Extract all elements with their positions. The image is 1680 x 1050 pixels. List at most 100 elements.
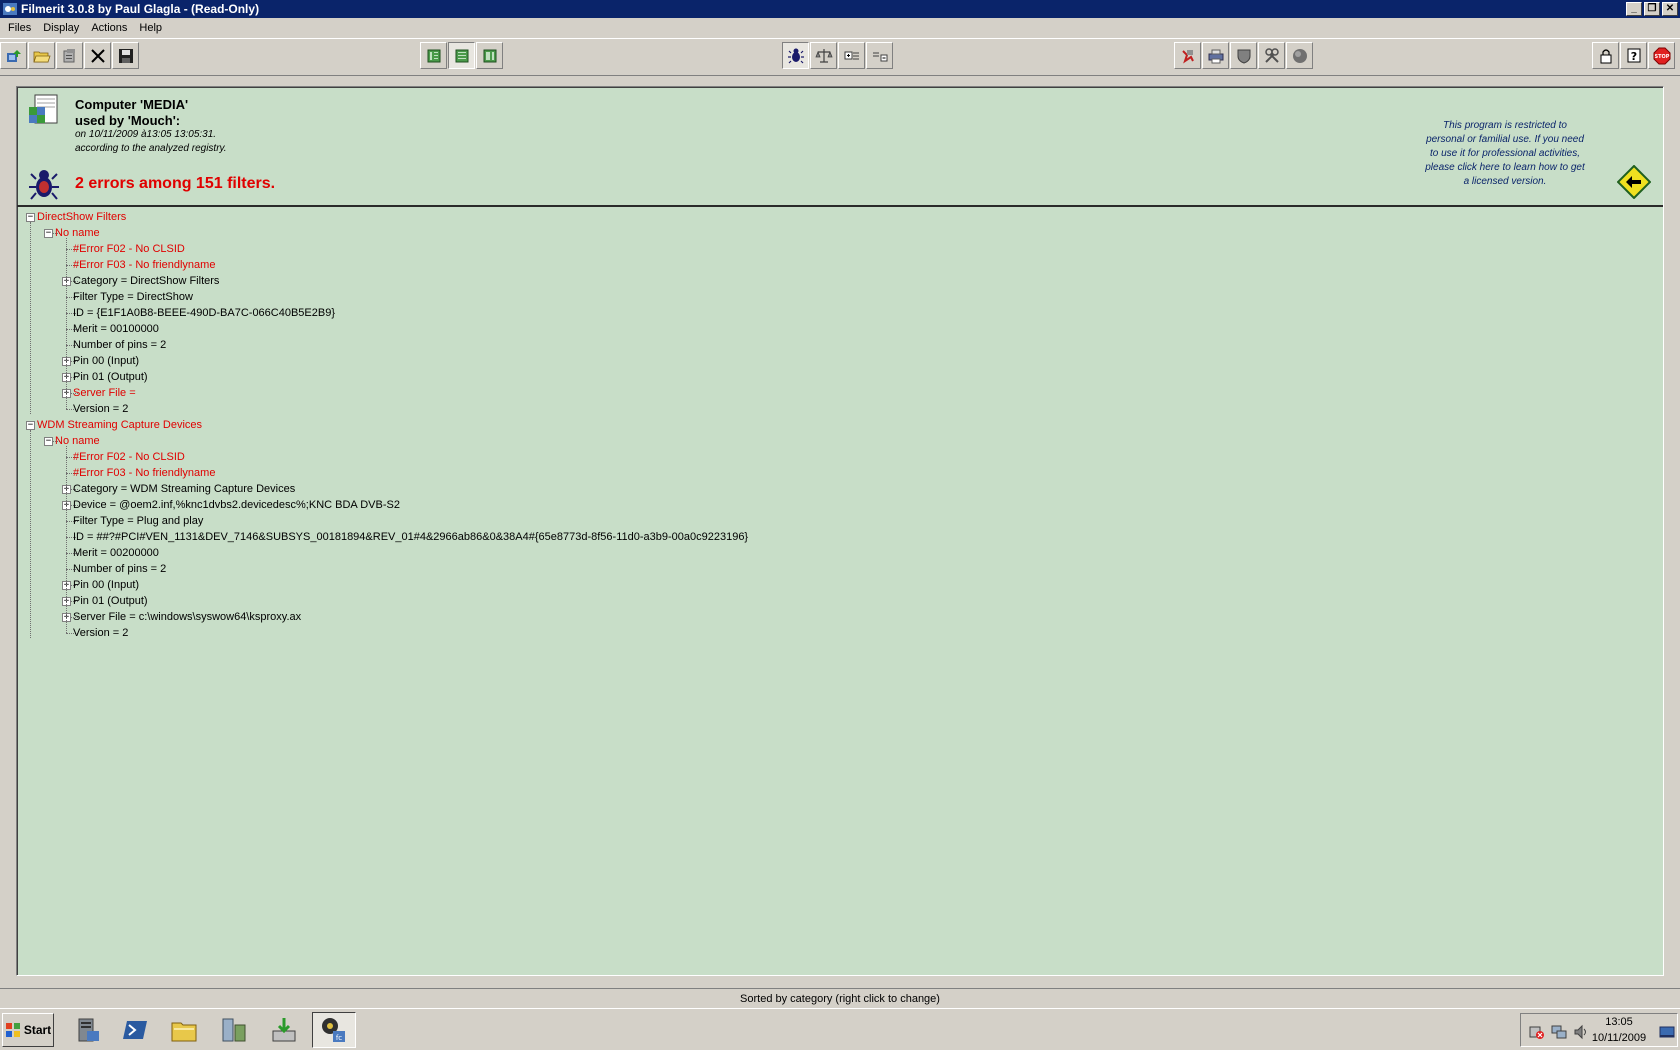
stop-button[interactable]: STOP (1648, 42, 1675, 69)
tree-property[interactable]: Pin 00 (Input) (73, 353, 139, 369)
tree-property[interactable]: Server File = (73, 385, 136, 401)
maximize-button[interactable]: ❐ (1644, 2, 1660, 16)
menu-actions[interactable]: Actions (85, 22, 133, 34)
tree-filter[interactable]: No name (55, 433, 100, 449)
clock-time[interactable]: 13:05 (1589, 1016, 1649, 1028)
tree-guide (30, 222, 31, 414)
tree-property[interactable]: ID = ##?#PCI#VEN_1131&DEV_7146&SUBSYS_00… (73, 529, 748, 545)
collapse-toggle[interactable]: − (26, 213, 35, 222)
license-notice[interactable]: This program is restricted to personal o… (1425, 119, 1585, 189)
license-line: This program is restricted to (1443, 120, 1567, 131)
bug-button[interactable] (782, 42, 809, 69)
remove-button[interactable] (1174, 42, 1201, 69)
menu-display[interactable]: Display (37, 22, 85, 34)
collapse-button[interactable] (866, 42, 893, 69)
start-button[interactable]: Start (2, 1013, 54, 1047)
open-button[interactable] (28, 42, 55, 69)
menu-help[interactable]: Help (133, 22, 168, 34)
help-button[interactable]: ? (1620, 42, 1647, 69)
compare-button[interactable] (810, 42, 837, 69)
tree-filter[interactable]: No name (55, 225, 100, 241)
start-label: Start (23, 1023, 52, 1037)
server-manager-icon (78, 1018, 99, 1042)
collapse-toggle[interactable]: − (26, 421, 35, 430)
tree-category[interactable]: DirectShow Filters (37, 209, 126, 225)
expand-icon (844, 51, 859, 59)
save-icon (118, 48, 133, 63)
tree-property[interactable]: Filter Type = Plug and play (73, 513, 203, 529)
tree-property[interactable]: Merit = 00100000 (73, 321, 159, 337)
view-tree-button[interactable] (476, 42, 503, 69)
analysis-date: on 10/11/2009 à13:05 13:05:31. (75, 129, 217, 140)
save-button[interactable] (112, 42, 139, 69)
tree-property[interactable]: Category = DirectShow Filters (73, 273, 219, 289)
tree-property[interactable]: Version = 2 (73, 625, 128, 641)
filmerit-icon: fc (322, 1018, 345, 1042)
install-icon (272, 1018, 296, 1042)
collapse-toggle[interactable]: − (44, 229, 53, 238)
tree-property[interactable]: #Error F02 - No CLSID (73, 241, 185, 257)
network-tray-icon[interactable] (1551, 1024, 1567, 1040)
computer-name: Computer 'MEDIA' (75, 97, 189, 112)
copy-icon (63, 48, 75, 62)
show-desktop-icon[interactable] (1659, 1024, 1675, 1040)
delete-button[interactable] (84, 42, 111, 69)
window-title: Filmerit 3.0.8 by Paul Glagla - (Read-On… (21, 2, 260, 16)
bug-icon (29, 170, 59, 200)
explorer-icon (171, 1022, 197, 1042)
tree-property[interactable]: ID = {E1F1A0B8-BEEE-490D-BA7C-066C40B5E2… (73, 305, 335, 321)
help-icon: ? (1627, 48, 1640, 63)
tree-property[interactable]: Merit = 00200000 (73, 545, 159, 561)
app-icon (3, 3, 17, 15)
shield-button[interactable] (1230, 42, 1257, 69)
task-server-manager[interactable] (66, 1012, 110, 1048)
task-explorer[interactable] (162, 1012, 206, 1048)
circle-icon (1292, 48, 1307, 63)
tree-property[interactable]: Number of pins = 2 (73, 337, 166, 353)
task-network[interactable] (212, 1012, 256, 1048)
minimize-button[interactable]: _ (1626, 2, 1642, 16)
windows-logo-icon (5, 1023, 20, 1037)
report-header: Computer 'MEDIA' used by 'Mouch': on 10/… (17, 87, 1663, 207)
task-powershell[interactable] (114, 1012, 158, 1048)
compare-icon (814, 48, 833, 63)
tree-property[interactable]: Filter Type = DirectShow (73, 289, 193, 305)
clock-date[interactable]: 10/11/2009 (1589, 1032, 1649, 1044)
user-name: used by 'Mouch': (75, 113, 181, 128)
arrow-left-icon[interactable] (1617, 165, 1651, 199)
menu-files[interactable]: Files (2, 22, 37, 34)
status-bar[interactable]: Sorted by category (right click to chang… (0, 988, 1680, 1008)
tree-property[interactable]: Number of pins = 2 (73, 561, 166, 577)
volume-tray-icon[interactable] (1573, 1024, 1589, 1040)
circle-button[interactable] (1286, 42, 1313, 69)
title-bar[interactable]: Filmerit 3.0.8 by Paul Glagla - (Read-On… (0, 0, 1680, 18)
scan-button[interactable] (0, 42, 27, 69)
tree-property[interactable]: Device = @oem2.inf,%knc1dvbs2.devicedesc… (73, 497, 400, 513)
view-list-button[interactable] (420, 42, 447, 69)
collapse-toggle[interactable]: − (44, 437, 53, 446)
menu-bar: Files Display Actions Help (0, 18, 1680, 38)
tree-property[interactable]: Pin 00 (Input) (73, 577, 139, 593)
close-button[interactable]: ✕ (1662, 2, 1678, 16)
copy-button[interactable] (56, 42, 83, 69)
view-detail-button[interactable] (448, 42, 475, 69)
tree-property[interactable]: Pin 01 (Output) (73, 593, 148, 609)
tree-guide (66, 446, 67, 633)
task-filmerit[interactable]: fc (312, 1012, 356, 1048)
tree-property[interactable]: #Error F03 - No friendlyname (73, 257, 215, 273)
tree-property[interactable]: #Error F03 - No friendlyname (73, 465, 215, 481)
tools-button[interactable] (1258, 42, 1285, 69)
lock-button[interactable] (1592, 42, 1619, 69)
tree-property[interactable]: Category = WDM Streaming Capture Devices (73, 481, 295, 497)
shield-icon (1237, 49, 1250, 64)
expand-button[interactable] (838, 42, 865, 69)
main-panel: Computer 'MEDIA' used by 'Mouch': on 10/… (16, 86, 1664, 976)
task-install[interactable] (262, 1012, 306, 1048)
tree-property[interactable]: #Error F02 - No CLSID (73, 449, 185, 465)
tree-property[interactable]: Version = 2 (73, 401, 128, 417)
tree-property[interactable]: Pin 01 (Output) (73, 369, 148, 385)
tree-property[interactable]: Server File = c:\windows\syswow64\ksprox… (73, 609, 301, 625)
tree-category[interactable]: WDM Streaming Capture Devices (37, 417, 202, 433)
print-button[interactable] (1202, 42, 1229, 69)
error-tray-icon[interactable] (1529, 1024, 1545, 1040)
